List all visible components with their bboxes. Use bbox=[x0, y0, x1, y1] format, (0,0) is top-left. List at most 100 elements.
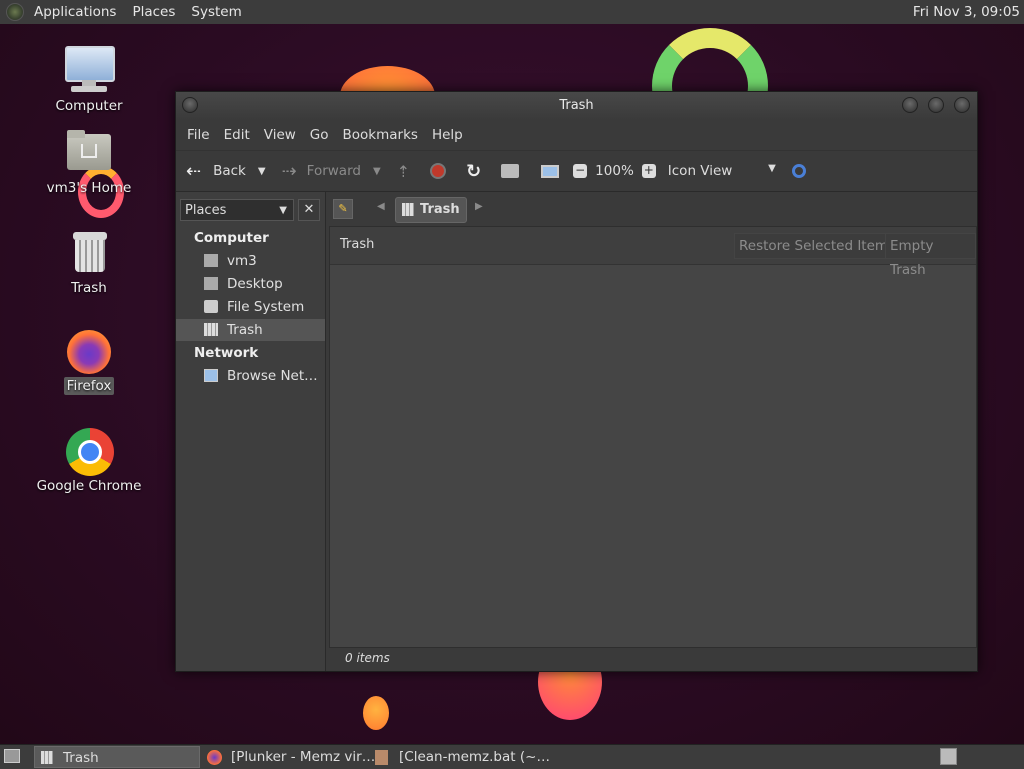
chevron-down-icon: ▼ bbox=[279, 205, 287, 216]
forward-history-dropdown[interactable]: ▼ bbox=[373, 166, 381, 177]
trash-info-bar: Trash Restore Selected Items Empty Trash bbox=[330, 227, 976, 278]
places-combo[interactable]: Places ▼ bbox=[180, 199, 294, 221]
task-label: [Clean-memz.bat (~… bbox=[399, 749, 550, 765]
window-titlebar[interactable]: Trash bbox=[176, 92, 977, 120]
stop-icon[interactable] bbox=[430, 163, 447, 179]
places-item-label: File System bbox=[227, 299, 305, 315]
menu-view[interactable]: View bbox=[257, 127, 303, 143]
side-pane: Places ▼ ✕ Computer vm3 Desktop File Sys… bbox=[176, 192, 326, 671]
top-panel: Applications Places System Fri Nov 3, 09… bbox=[0, 0, 1024, 25]
menu-go[interactable]: Go bbox=[303, 127, 336, 143]
desktop-icon-chrome[interactable]: Google Chrome bbox=[34, 426, 144, 494]
menu-bookmarks[interactable]: Bookmarks bbox=[336, 127, 425, 143]
back-label: Back bbox=[213, 163, 246, 179]
restore-selected-button[interactable]: Restore Selected Items bbox=[734, 233, 901, 259]
forward-button[interactable]: ⇢ Forward bbox=[282, 161, 361, 182]
computer-icon bbox=[63, 46, 115, 94]
file-view[interactable]: Trash Restore Selected Items Empty Trash bbox=[329, 226, 977, 648]
applications-menu[interactable]: Applications bbox=[24, 4, 124, 20]
desktop-icon-label: Computer bbox=[55, 98, 123, 114]
empty-trash-button[interactable]: Empty Trash bbox=[885, 233, 976, 278]
path-right-arrow-icon[interactable]: ▶ bbox=[475, 201, 483, 212]
section-computer: Computer bbox=[194, 230, 269, 246]
decor-small-blob bbox=[363, 696, 389, 730]
places-item-label: Trash bbox=[227, 322, 263, 338]
workspace-switcher[interactable] bbox=[940, 748, 957, 765]
chevron-down-icon: ▼ bbox=[768, 163, 776, 174]
places-item-browse-network[interactable]: Browse Net… bbox=[176, 365, 325, 387]
places-menu[interactable]: Places bbox=[124, 4, 183, 20]
back-history-dropdown[interactable]: ▼ bbox=[258, 166, 266, 177]
menubar: File Edit View Go Bookmarks Help bbox=[176, 120, 977, 150]
file-manager-window: Trash File Edit View Go Bookmarks Help ⇠… bbox=[175, 91, 978, 672]
trash-icon bbox=[41, 751, 53, 764]
desktop-icon-label: Firefox bbox=[63, 377, 115, 395]
trash-info-label: Trash bbox=[340, 237, 375, 252]
path-button-label: Trash bbox=[420, 202, 460, 217]
task-trash[interactable]: Trash bbox=[34, 746, 200, 768]
system-menu[interactable]: System bbox=[183, 4, 249, 20]
menu-edit[interactable]: Edit bbox=[217, 127, 257, 143]
window-menu-button[interactable] bbox=[182, 97, 198, 113]
menu-file[interactable]: File bbox=[180, 127, 217, 143]
places-item-vm3[interactable]: vm3 bbox=[176, 250, 325, 272]
search-icon[interactable] bbox=[791, 164, 806, 178]
toolbar: ⇠ Back ▼ ⇢ Forward ▼ ⇡ ↻ − 100% + Icon V… bbox=[176, 150, 977, 192]
places-item-filesystem[interactable]: File System bbox=[176, 296, 325, 318]
up-arrow-icon[interactable]: ⇡ bbox=[397, 162, 410, 181]
forward-label: Forward bbox=[306, 163, 361, 179]
zoom-level: 100% bbox=[595, 163, 634, 179]
path-left-arrow-icon[interactable]: ◀ bbox=[377, 201, 385, 212]
task-label: Trash bbox=[63, 750, 99, 766]
show-desktop-icon[interactable] bbox=[4, 749, 20, 763]
close-button[interactable] bbox=[954, 97, 970, 113]
places-item-desktop[interactable]: Desktop bbox=[176, 273, 325, 295]
places-item-label: vm3 bbox=[227, 253, 257, 269]
clock[interactable]: Fri Nov 3, 09:05 bbox=[913, 4, 1020, 20]
bottom-panel: Trash [Plunker - Memz vir… [Clean-memz.b… bbox=[0, 744, 1024, 769]
network-icon bbox=[204, 369, 218, 382]
desktop-icon-firefox[interactable]: Firefox bbox=[34, 326, 144, 395]
path-button-trash[interactable]: Trash bbox=[395, 197, 467, 223]
desktop-icon-label: vm3's Home bbox=[46, 180, 132, 196]
chrome-icon bbox=[63, 426, 115, 476]
places-item-label: Browse Net… bbox=[227, 368, 318, 384]
home-icon[interactable] bbox=[501, 164, 520, 178]
view-mode-select[interactable]: Icon View ▼ bbox=[668, 163, 776, 179]
forward-arrow-icon: ⇢ bbox=[281, 160, 297, 182]
menu-help[interactable]: Help bbox=[425, 127, 470, 143]
edit-location-icon[interactable]: ✎ bbox=[333, 199, 353, 219]
zoom-out-icon[interactable]: − bbox=[573, 164, 588, 178]
desktop-icon-computer[interactable]: Computer bbox=[34, 46, 144, 114]
back-button[interactable]: ⇠ Back bbox=[186, 161, 246, 182]
task-clean-memz[interactable]: [Clean-memz.bat (~… bbox=[373, 746, 550, 768]
desktop-icon-trash[interactable]: Trash bbox=[34, 228, 144, 296]
section-network: Network bbox=[194, 345, 259, 361]
task-plunker[interactable]: [Plunker - Memz vir… bbox=[205, 746, 375, 768]
path-bar: ✎ ◀ Trash ▶ bbox=[329, 192, 977, 226]
drive-icon bbox=[204, 300, 218, 313]
reload-icon[interactable]: ↻ bbox=[466, 161, 481, 182]
desktop-icon-home[interactable]: vm3's Home bbox=[34, 128, 144, 196]
firefox-icon bbox=[207, 750, 222, 765]
gnome-foot-icon[interactable] bbox=[6, 3, 24, 21]
places-item-trash[interactable]: Trash bbox=[176, 319, 325, 341]
status-bar: 0 items bbox=[345, 651, 390, 665]
trash-icon bbox=[63, 228, 115, 276]
window-title: Trash bbox=[559, 98, 594, 113]
minimize-button[interactable] bbox=[902, 97, 918, 113]
firefox-icon bbox=[63, 326, 115, 374]
places-item-label: Desktop bbox=[227, 276, 283, 292]
home-folder-icon bbox=[204, 254, 218, 267]
task-label: [Plunker - Memz vir… bbox=[231, 749, 376, 765]
trash-icon bbox=[204, 323, 218, 336]
desktop-folder-icon bbox=[204, 277, 218, 290]
home-folder-icon bbox=[63, 128, 115, 176]
zoom-in-icon[interactable]: + bbox=[641, 164, 656, 178]
close-pane-button[interactable]: ✕ bbox=[298, 199, 320, 221]
back-arrow-icon: ⇠ bbox=[186, 160, 202, 182]
maximize-button[interactable] bbox=[928, 97, 944, 113]
view-mode-value: Icon View bbox=[667, 163, 733, 179]
computer-small-icon[interactable] bbox=[541, 164, 560, 178]
places-combo-value: Places bbox=[185, 203, 227, 218]
